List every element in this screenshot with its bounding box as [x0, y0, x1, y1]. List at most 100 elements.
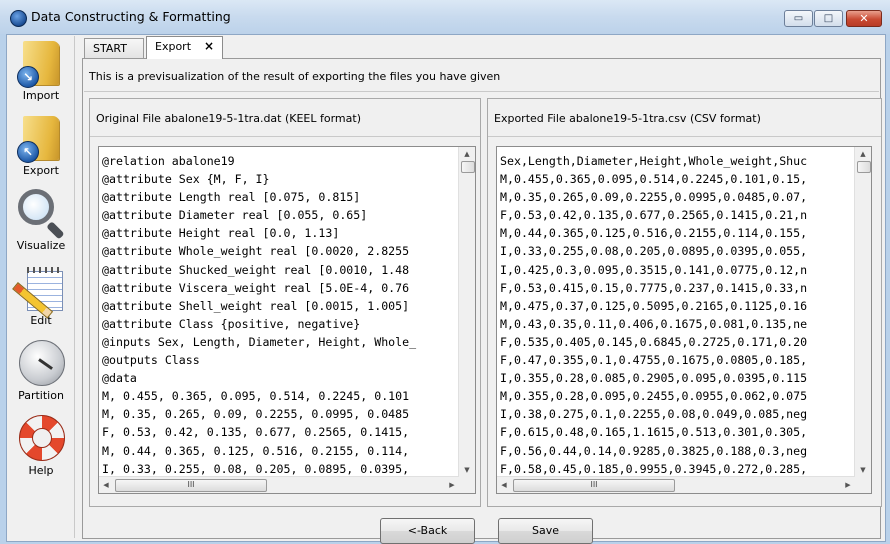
sidebar-item-label: Edit — [30, 314, 52, 327]
vertical-scrollbar[interactable]: ▲ ▼ — [854, 147, 871, 477]
text-line: M,0.43,0.35,0.11,0.406,0.1675,0.081,0.13… — [500, 316, 808, 331]
sidebar-item-label: Import — [22, 89, 60, 102]
text-line: @attribute Sex {M, F, I} — [102, 172, 270, 187]
exported-file-content[interactable]: Sex,Length,Diameter,Height,Whole_weight,… — [500, 152, 854, 476]
horizontal-scrollbar[interactable]: ◀ III ▶ — [497, 476, 855, 493]
gauge-icon — [17, 338, 65, 386]
close-button[interactable]: ✕ — [846, 10, 882, 27]
scroll-thumb[interactable] — [461, 161, 475, 173]
sidebar-item-edit[interactable]: Edit — [8, 263, 74, 327]
text-line: M,0.455,0.365,0.095,0.514,0.2245,0.101,0… — [500, 172, 808, 187]
text-line: M,0.475,0.37,0.125,0.5095,0.2165,0.1125,… — [500, 298, 808, 313]
scroll-up-icon[interactable]: ▲ — [459, 147, 475, 161]
text-line: @relation abalone19 — [102, 154, 235, 168]
text-line: @inputs Sex, Length, Diameter, Height, W… — [102, 334, 417, 349]
text-line: @attribute Height real [0.0, 1.13] — [102, 226, 340, 241]
sidebar-item-import[interactable]: ↘ Import — [8, 38, 74, 102]
text-line: M, 0.35, 0.265, 0.09, 0.2255, 0.0995, 0.… — [102, 407, 410, 422]
scroll-thumb[interactable]: III — [115, 479, 267, 492]
divider — [90, 136, 480, 137]
sidebar-item-label: Partition — [18, 389, 64, 402]
scroll-right-icon[interactable]: ▶ — [841, 477, 855, 493]
export-panel: This is a previsualization of the result… — [82, 58, 882, 539]
window-title: Data Constructing & Formatting — [31, 9, 231, 24]
lifebuoy-icon — [17, 413, 65, 461]
folder-import-icon: ↘ — [17, 38, 65, 88]
scroll-thumb[interactable]: III — [513, 479, 675, 492]
text-line: @outputs Class — [102, 353, 200, 368]
maximize-button[interactable]: □ — [814, 10, 843, 27]
scroll-up-icon[interactable]: ▲ — [855, 147, 871, 161]
scroll-corner — [459, 477, 475, 493]
exported-file-heading: Exported File abalone19-5-1tra.csv (CSV … — [494, 112, 761, 125]
minimize-icon: ▭ — [793, 13, 804, 24]
exported-file-textarea[interactable]: Sex,Length,Diameter,Height,Whole_weight,… — [496, 146, 872, 494]
save-button[interactable]: Save — [498, 518, 593, 544]
text-line: M, 0.455, 0.365, 0.095, 0.514, 0.2245, 0… — [102, 389, 410, 404]
text-line: F,0.53,0.415,0.15,0.7775,0.237,0.1415,0.… — [500, 280, 808, 295]
scroll-left-icon[interactable]: ◀ — [99, 477, 113, 493]
text-line: @attribute Shucked_weight real [0.0010, … — [102, 262, 410, 277]
text-line: M,0.35,0.265,0.09,0.2255,0.0995,0.0485,0… — [500, 190, 808, 205]
text-line: F,0.535,0.405,0.145,0.6845,0.2725,0.171,… — [500, 334, 808, 349]
maximize-icon: □ — [823, 13, 834, 24]
text-line: @attribute Viscera_weight real [5.0E-4, … — [102, 280, 410, 295]
sidebar-item-visualize[interactable]: Visualize — [8, 188, 74, 252]
scroll-down-icon[interactable]: ▼ — [459, 463, 475, 477]
notepad-pencil-icon — [12, 263, 65, 319]
back-button[interactable]: <-Back — [380, 518, 475, 544]
text-line: I,0.33,0.255,0.08,0.205,0.0895,0.0395,0.… — [500, 244, 808, 259]
text-line: F, 0.53, 0.42, 0.135, 0.677, 0.2565, 0.1… — [102, 425, 410, 440]
text-line: M,0.355,0.28,0.095,0.2455,0.0955,0.062,0… — [500, 389, 808, 404]
original-file-panel: Original File abalone19-5-1tra.dat (KEEL… — [89, 98, 481, 507]
tab-close-icon[interactable]: × — [204, 37, 214, 56]
text-line: @data — [102, 371, 137, 386]
close-icon: ✕ — [859, 12, 869, 25]
text-line: @attribute Whole_weight real [0.0020, 2.… — [102, 244, 410, 259]
app-logo-icon — [10, 10, 27, 27]
tab-label: Export — [155, 40, 192, 53]
sidebar: ↘ Import ↖ Export Visualize Edit Partiti… — [8, 36, 75, 538]
tab-strip: START Export × — [84, 36, 879, 59]
title-bar: Data Constructing & Formatting ▭ □ ✕ — [0, 0, 890, 34]
scroll-corner — [855, 477, 871, 493]
divider — [488, 136, 881, 137]
magnifier-icon — [17, 188, 65, 240]
original-file-content[interactable]: @relation abalone19 @attribute Sex {M, F,… — [102, 152, 458, 476]
scroll-thumb[interactable] — [857, 161, 871, 173]
window-client-area: ↘ Import ↖ Export Visualize Edit Partiti… — [6, 34, 886, 544]
text-line: I,0.38,0.275,0.1,0.2255,0.08,0.049,0.085… — [500, 407, 808, 422]
original-file-textarea[interactable]: @relation abalone19 @attribute Sex {M, F,… — [98, 146, 476, 494]
sidebar-item-help[interactable]: Help — [8, 413, 74, 477]
tab-export[interactable]: Export × — [146, 36, 223, 59]
text-line: I, 0.33, 0.255, 0.08, 0.205, 0.0895, 0.0… — [102, 461, 410, 476]
folder-export-icon: ↖ — [17, 113, 65, 163]
vertical-scrollbar[interactable]: ▲ ▼ — [458, 147, 475, 477]
exported-file-panel: Exported File abalone19-5-1tra.csv (CSV … — [487, 98, 882, 507]
text-line: M,0.44,0.365,0.125,0.516,0.2155,0.114,0.… — [500, 226, 808, 241]
text-line: @attribute Diameter real [0.055, 0.65] — [102, 208, 368, 223]
text-line: M, 0.44, 0.365, 0.125, 0.516, 0.2155, 0.… — [102, 443, 410, 458]
horizontal-scrollbar[interactable]: ◀ III ▶ — [99, 476, 459, 493]
sidebar-item-export[interactable]: ↖ Export — [8, 113, 74, 177]
scroll-right-icon[interactable]: ▶ — [445, 477, 459, 493]
preview-banner: This is a previsualization of the result… — [89, 70, 501, 83]
text-line: @attribute Shell_weight real [0.0015, 1.… — [102, 298, 410, 313]
sidebar-item-partition[interactable]: Partition — [8, 338, 74, 402]
text-line: Sex,Length,Diameter,Height,Whole_weight,… — [500, 154, 808, 168]
scroll-down-icon[interactable]: ▼ — [855, 463, 871, 477]
text-line: @attribute Length real [0.075, 0.815] — [102, 190, 361, 205]
text-line: I,0.355,0.28,0.085,0.2905,0.095,0.0395,0… — [500, 371, 808, 386]
text-line: F,0.56,0.44,0.14,0.9285,0.3825,0.188,0.3… — [500, 443, 808, 458]
scroll-left-icon[interactable]: ◀ — [497, 477, 511, 493]
minimize-button[interactable]: ▭ — [784, 10, 813, 27]
text-line: F,0.47,0.355,0.1,0.4755,0.1675,0.0805,0.… — [500, 353, 808, 368]
tab-start[interactable]: START — [84, 38, 144, 58]
text-line: @attribute Class {positive, negative} — [102, 316, 361, 331]
tab-label: START — [93, 42, 127, 55]
sidebar-item-label: Visualize — [16, 239, 66, 252]
sidebar-item-label: Help — [28, 464, 54, 477]
original-file-heading: Original File abalone19-5-1tra.dat (KEEL… — [96, 112, 361, 125]
sidebar-item-label: Export — [22, 164, 59, 177]
text-line: I,0.425,0.3,0.095,0.3515,0.141,0.0775,0.… — [500, 262, 808, 277]
